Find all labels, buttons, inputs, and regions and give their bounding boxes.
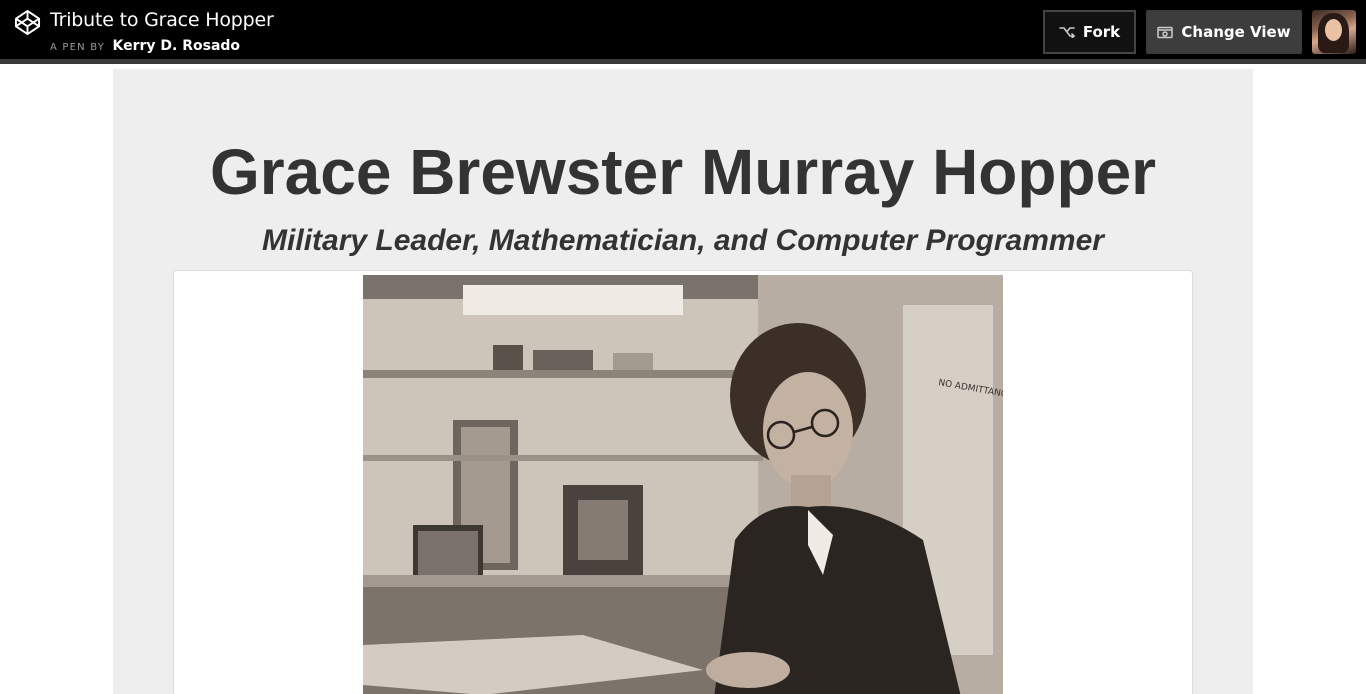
pen-byline: A PEN BY Kerry D. Rosado bbox=[50, 37, 240, 55]
fork-button[interactable]: Fork bbox=[1043, 10, 1136, 54]
user-avatar[interactable] bbox=[1312, 10, 1356, 54]
change-view-button[interactable]: Change View bbox=[1146, 10, 1302, 54]
change-view-label: Change View bbox=[1181, 23, 1291, 41]
fork-label: Fork bbox=[1082, 23, 1121, 41]
grace-hopper-photo: NO ADMITTANCE bbox=[363, 275, 1003, 694]
page-title: Grace Brewster Murray Hopper bbox=[209, 136, 1157, 208]
pen-by-prefix: A PEN BY bbox=[50, 42, 106, 53]
codepen-logo-icon[interactable] bbox=[14, 9, 41, 36]
image-card: NO ADMITTANCE bbox=[173, 270, 1193, 694]
author-link[interactable]: Kerry D. Rosado bbox=[113, 38, 241, 54]
tribute-main: Grace Brewster Murray Hopper Military Le… bbox=[113, 69, 1253, 694]
change-view-icon bbox=[1157, 26, 1174, 38]
pen-title: Tribute to Grace Hopper bbox=[50, 9, 274, 31]
codepen-header: Tribute to Grace Hopper A PEN BY Kerry D… bbox=[0, 0, 1366, 64]
page-subtitle: Military Leader, Mathematician, and Comp… bbox=[262, 224, 1104, 257]
fork-icon bbox=[1059, 27, 1075, 38]
